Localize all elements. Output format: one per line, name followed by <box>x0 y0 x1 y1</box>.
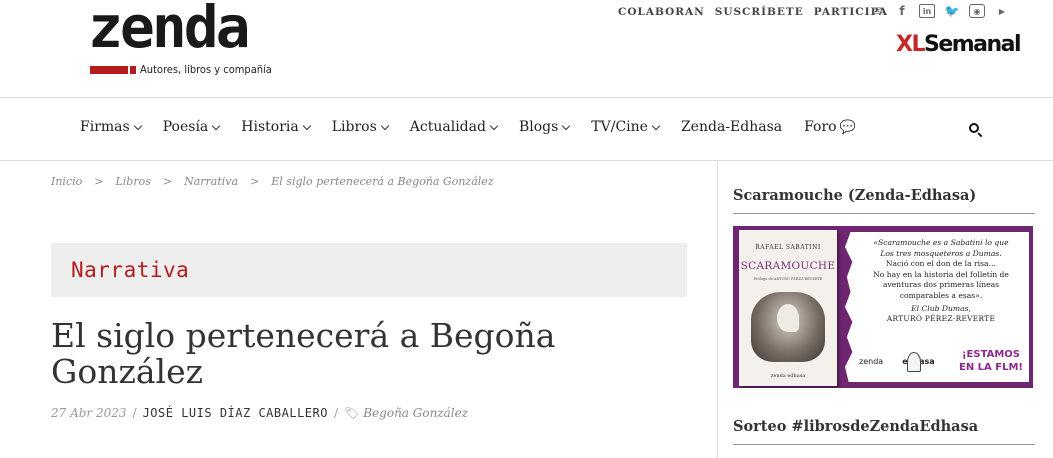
nav-label: Blogs <box>518 119 559 135</box>
book-author: RAFAEL SABATINI <box>755 244 821 251</box>
scaramouche-banner[interactable]: RAFAEL SABATINI SCARAMOUCHE Prólogo de A… <box>733 226 1033 388</box>
xlsemanal-prefix: XL <box>896 32 925 57</box>
category-box: Narrativa <box>51 243 687 297</box>
top-link-suscribete[interactable]: SUSCRÍBETE <box>715 6 804 18</box>
quote-paper: «Scaramouche es a Sabatini lo que Los tr… <box>845 232 1029 382</box>
linkedin-icon[interactable]: in <box>919 4 935 18</box>
chevron-down-icon <box>562 121 571 130</box>
nav-label: TV/Cine <box>591 119 648 135</box>
sidebar-title-underline <box>733 213 1035 214</box>
twitter-icon[interactable]: 🐦 <box>944 4 960 18</box>
breadcrumb-narrativa[interactable]: Narrativa <box>184 175 238 188</box>
facebook-icon[interactable]: f <box>894 4 910 18</box>
mask-image <box>777 304 799 332</box>
fair-line: ¡ESTAMOS <box>961 349 1021 360</box>
breadcrumb-libros[interactable]: Libros <box>115 175 150 188</box>
quote-author: ARTURO PÉREZ-REVERTE <box>886 314 996 324</box>
breadcrumb-inicio[interactable]: Inicio <box>51 175 82 188</box>
breadcrumb-separator: > <box>162 175 173 188</box>
sidebar-title-underline <box>733 444 1035 445</box>
nav-divider <box>0 160 1053 161</box>
search-icon[interactable] <box>968 122 984 138</box>
quote-source: El Club Dumas, <box>911 303 971 313</box>
top-links: COLABORAN SUSCRÍBETE PARTICIPA <box>618 6 888 18</box>
nav-label: Libros <box>331 119 377 135</box>
fair-callout: ¡ESTAMOS EN LA FLM! <box>953 348 1029 374</box>
search-icon-ring <box>969 123 979 133</box>
sidebar-widget-title: Scaramouche (Zenda-Edhasa) <box>733 187 977 204</box>
social-icons: ✉ f in 🐦 ◉ ▶ <box>869 4 1010 18</box>
breadcrumb-separator: > <box>250 175 260 188</box>
nav-item-foro[interactable]: Foro 💬 <box>804 119 856 135</box>
category-label[interactable]: Narrativa <box>71 258 189 282</box>
chevron-down-icon <box>380 121 390 130</box>
nav-label: Historia <box>241 119 299 135</box>
site-logo[interactable]: zenda Autores, libros y compañía <box>88 0 318 76</box>
xlsemanal-logo[interactable]: XLSemanal <box>896 32 1022 57</box>
nav-label: Foro <box>804 119 837 135</box>
logo-tagline: Autores, libros y compañía <box>140 63 272 76</box>
book-subtitle: Prólogo de ARTURO PÉREZ-REVERTE <box>753 277 823 281</box>
quote-line: «Scaramouche es a Sabatini lo que <box>873 238 1009 247</box>
logo-red-bar <box>90 66 128 74</box>
article-meta: 27 Abr 2023 / JOSÉ LUIS DÍAZ CABALLERO /… <box>51 406 468 420</box>
mail-icon[interactable]: ✉ <box>869 4 885 18</box>
chevron-down-icon <box>489 121 499 130</box>
nav-item-historia[interactable]: Historia <box>241 119 311 135</box>
search-icon-handle <box>977 132 983 138</box>
article-date: 27 Abr 2023 <box>51 406 127 420</box>
nav-item-actualidad[interactable]: Actualidad <box>409 119 499 135</box>
logo-wordmark: zenda <box>88 0 251 61</box>
chevron-down-icon <box>133 121 142 130</box>
brand-zenda: zenda <box>859 357 884 366</box>
top-link-colaboran[interactable]: COLABORAN <box>618 6 705 18</box>
banner-quote: «Scaramouche es a Sabatini lo que Los tr… <box>857 238 1025 325</box>
meta-separator: / <box>132 406 137 420</box>
meta-separator: / <box>333 406 339 420</box>
fair-line: EN LA FLM! <box>959 362 1023 373</box>
column-divider <box>717 161 718 458</box>
nav-item-libros[interactable]: Libros <box>331 119 390 135</box>
instagram-icon[interactable]: ◉ <box>969 4 985 18</box>
quote-line: Los tres mosqueteros a Dumas. <box>880 248 1002 258</box>
article-title: El siglo pertenecerá a Begoña González <box>51 316 556 391</box>
article-tag[interactable]: Begoña González <box>363 406 468 420</box>
youtube-icon[interactable]: ▶ <box>994 4 1010 18</box>
nav-item-firmas[interactable]: Firmas <box>80 119 142 135</box>
breadcrumb-current: El siglo pertenecerá a Begoña González <box>271 175 494 188</box>
book-title: SCARAMOUCHE <box>740 260 836 272</box>
banner-brand: zenda edhasa <box>859 357 935 366</box>
quote-line: No hay en la historia del folletín de <box>873 269 1009 279</box>
xlsemanal-name: Semanal <box>923 32 1022 57</box>
book-cover: RAFAEL SABATINI SCARAMOUCHE Prólogo de A… <box>739 230 837 386</box>
nav-item-zenda-edhasa[interactable]: Zenda-Edhasa <box>681 119 782 135</box>
main-nav: Firmas Poesía Historia Libros Actualidad… <box>80 119 878 135</box>
quote-line: Nació con el don de la risa… <box>885 259 997 269</box>
mascot-icon <box>907 352 921 372</box>
header-divider <box>0 97 1053 98</box>
chat-icon: 💬 <box>839 119 856 135</box>
chevron-down-icon <box>302 121 311 130</box>
tag-icon: 🏷 <box>344 406 360 420</box>
nav-label: Poesía <box>162 119 209 135</box>
chevron-down-icon <box>651 121 661 130</box>
quote-line: aventuras dos primeras líneas <box>882 280 1000 290</box>
breadcrumb: Inicio > Libros > Narrativa > El siglo p… <box>51 175 494 188</box>
nav-label: Firmas <box>80 119 130 135</box>
logo-red-mark <box>130 66 136 74</box>
nav-item-tv-cine[interactable]: TV/Cine <box>591 119 661 135</box>
book-publisher: zenda edhasa <box>770 373 806 379</box>
chevron-down-icon <box>212 121 221 130</box>
breadcrumb-separator: > <box>94 175 104 188</box>
nav-item-poesia[interactable]: Poesía <box>162 119 221 135</box>
nav-label: Zenda-Edhasa <box>680 119 783 135</box>
nav-item-blogs[interactable]: Blogs <box>518 119 571 135</box>
sidebar-widget-title: Sorteo #librosdeZendaEdhasa <box>733 418 979 435</box>
nav-label: Actualidad <box>409 119 486 135</box>
quote-line: comparables a esas». <box>899 290 983 300</box>
article-author[interactable]: JOSÉ LUIS DÍAZ CABALLERO <box>143 406 328 420</box>
